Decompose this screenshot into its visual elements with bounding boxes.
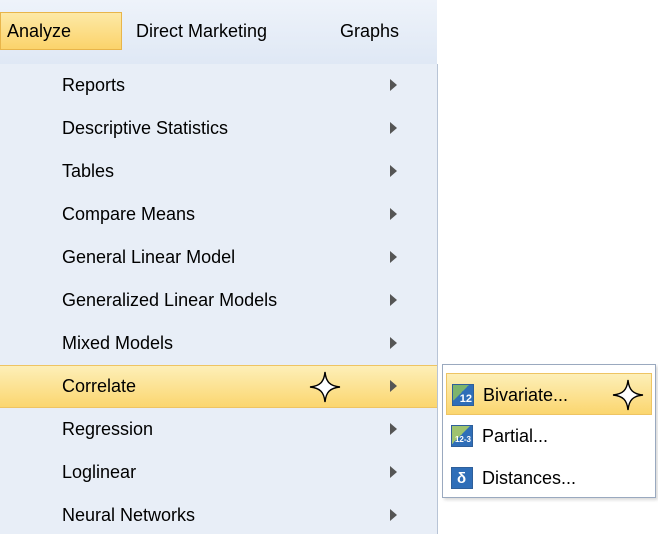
bivariate-icon-text: 12 bbox=[459, 393, 472, 405]
menu-item-correlate[interactable]: Correlate bbox=[0, 365, 437, 408]
sparkle-star-icon bbox=[309, 371, 341, 403]
submenu-arrow-icon bbox=[390, 380, 397, 392]
submenu-item-partial[interactable]: 12-3 Partial... bbox=[446, 415, 652, 457]
menu-graphs-label: Graphs bbox=[340, 21, 400, 41]
menu-analyze[interactable]: Analyze bbox=[0, 12, 122, 50]
submenu-arrow-icon bbox=[390, 79, 397, 91]
menu-direct-marketing-label: Direct Marketing bbox=[136, 21, 268, 41]
distances-icon: δ bbox=[451, 467, 473, 489]
submenu-item-label: Distances... bbox=[482, 468, 577, 488]
partial-icon: 12-3 bbox=[451, 425, 473, 447]
menu-item-label: Descriptive Statistics bbox=[62, 118, 229, 138]
menu-item-label: Tables bbox=[62, 161, 115, 181]
menu-analyze-label: Analyze bbox=[7, 21, 72, 41]
submenu-item-label: Partial... bbox=[482, 426, 549, 446]
menu-item-label: General Linear Model bbox=[62, 247, 236, 267]
submenu-item-distances[interactable]: δ Distances... bbox=[446, 457, 652, 499]
menu-item-label: Mixed Models bbox=[62, 333, 174, 353]
menu-item-label: Generalized Linear Models bbox=[62, 290, 278, 310]
sparkle-star-icon bbox=[612, 379, 644, 411]
correlate-submenu: 12 Bivariate... 12-3 Partial... δ Distan… bbox=[442, 364, 656, 498]
submenu-arrow-icon bbox=[390, 294, 397, 306]
submenu-arrow-icon bbox=[390, 337, 397, 349]
analyze-dropdown: Reports Descriptive Statistics Tables Co… bbox=[0, 64, 438, 534]
menu-item-neural-networks[interactable]: Neural Networks bbox=[0, 494, 437, 534]
menu-item-label: Neural Networks bbox=[62, 505, 196, 525]
menu-item-label: Regression bbox=[62, 419, 154, 439]
menu-direct-marketing[interactable]: Direct Marketing bbox=[130, 12, 273, 50]
submenu-arrow-icon bbox=[390, 165, 397, 177]
menu-item-mixed-models[interactable]: Mixed Models bbox=[0, 322, 437, 365]
menu-item-compare-means[interactable]: Compare Means bbox=[0, 193, 437, 236]
menu-item-generalized-linear-models[interactable]: Generalized Linear Models bbox=[0, 279, 437, 322]
distances-icon-text: δ bbox=[457, 470, 467, 487]
menu-graphs[interactable]: Graphs bbox=[334, 12, 405, 50]
submenu-item-bivariate[interactable]: 12 Bivariate... bbox=[446, 373, 652, 415]
menubar: Analyze Direct Marketing Graphs bbox=[0, 0, 437, 65]
submenu-arrow-icon bbox=[390, 122, 397, 134]
submenu-arrow-icon bbox=[390, 423, 397, 435]
menu-item-label: Reports bbox=[62, 75, 126, 95]
menu-item-label: Loglinear bbox=[62, 462, 137, 482]
submenu-arrow-icon bbox=[390, 509, 397, 521]
menu-item-loglinear[interactable]: Loglinear bbox=[0, 451, 437, 494]
menu-item-reports[interactable]: Reports bbox=[0, 64, 437, 107]
partial-icon-text: 12-3 bbox=[454, 435, 471, 444]
menu-item-label: Correlate bbox=[62, 376, 137, 396]
submenu-item-label: Bivariate... bbox=[483, 385, 569, 405]
submenu-arrow-icon bbox=[390, 251, 397, 263]
menu-item-label: Compare Means bbox=[62, 204, 196, 224]
menu-item-general-linear-model[interactable]: General Linear Model bbox=[0, 236, 437, 279]
menu-item-tables[interactable]: Tables bbox=[0, 150, 437, 193]
submenu-arrow-icon bbox=[390, 466, 397, 478]
submenu-arrow-icon bbox=[390, 208, 397, 220]
menu-item-descriptive-statistics[interactable]: Descriptive Statistics bbox=[0, 107, 437, 150]
menu-item-regression[interactable]: Regression bbox=[0, 408, 437, 451]
bivariate-icon: 12 bbox=[452, 384, 474, 406]
